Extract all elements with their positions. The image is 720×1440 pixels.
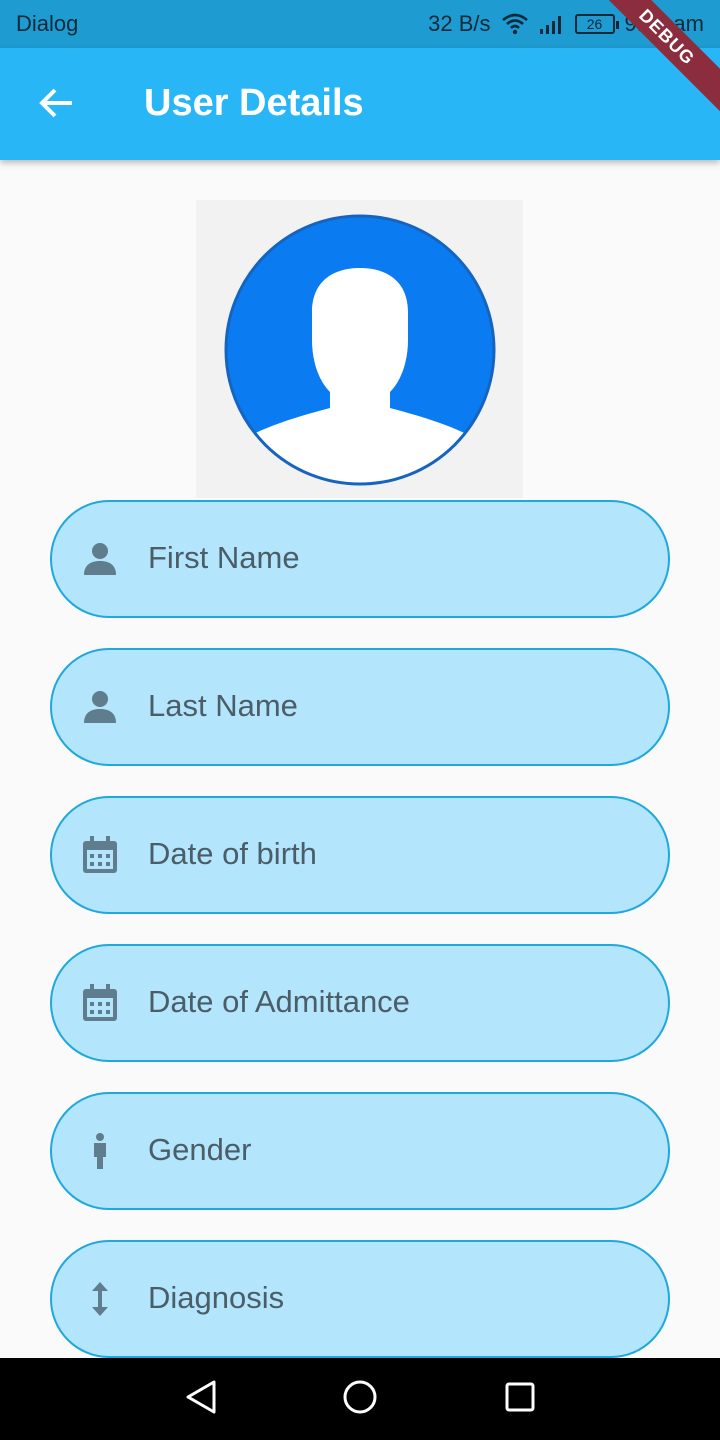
diagnosis-field[interactable]: Diagnosis xyxy=(50,1240,670,1358)
diagnosis-placeholder: Diagnosis xyxy=(148,1280,285,1315)
person-icon xyxy=(80,539,120,579)
debug-ribbon-container: DEBUG xyxy=(600,0,720,120)
status-app-name: Dialog xyxy=(16,11,79,36)
nav-back-button[interactable] xyxy=(178,1376,224,1422)
nav-back-icon xyxy=(184,1379,218,1420)
gender-placeholder: Gender xyxy=(148,1132,252,1167)
gender-field[interactable]: Gender xyxy=(50,1092,670,1210)
page-title: User Details xyxy=(144,82,364,124)
date-of-admittance-placeholder: Date of Admittance xyxy=(148,984,410,1019)
date-of-birth-field[interactable]: Date of birth xyxy=(50,796,670,914)
nav-home-icon xyxy=(342,1379,378,1420)
last-name-placeholder: Last Name xyxy=(148,688,298,723)
wifi-icon xyxy=(501,13,529,35)
vertical-arrows-icon xyxy=(80,1279,120,1319)
back-button[interactable] xyxy=(28,80,84,130)
last-name-field[interactable]: Last Name xyxy=(50,648,670,766)
nav-recents-button[interactable] xyxy=(497,1376,543,1422)
date-of-birth-placeholder: Date of birth xyxy=(148,836,317,871)
arrow-back-icon xyxy=(38,87,74,124)
date-of-admittance-field[interactable]: Date of Admittance xyxy=(50,944,670,1062)
avatar-silhouette-icon xyxy=(224,214,496,486)
first-name-placeholder: First Name xyxy=(148,540,300,575)
system-nav-bar xyxy=(0,1358,720,1440)
nav-recents-icon xyxy=(504,1381,536,1418)
nav-home-button[interactable] xyxy=(337,1376,383,1422)
calendar-icon xyxy=(80,835,120,875)
signal-icon xyxy=(539,13,565,35)
network-speed: 32 B/s xyxy=(428,11,491,36)
first-name-field[interactable]: First Name xyxy=(50,500,670,618)
standing-person-icon xyxy=(80,1131,120,1171)
person-icon xyxy=(80,687,120,727)
avatar[interactable] xyxy=(196,200,523,498)
calendar-icon xyxy=(80,983,120,1023)
debug-banner: DEBUG xyxy=(600,0,720,115)
